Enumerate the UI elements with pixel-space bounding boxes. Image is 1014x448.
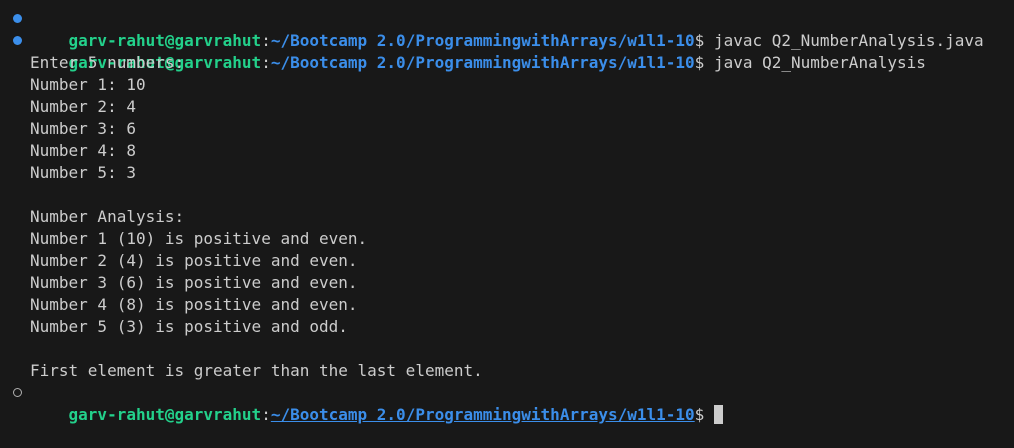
output-line: Number 3: 6	[30, 119, 136, 138]
output-line: Number 5 (3) is positive and odd.	[30, 317, 348, 336]
command-pending-decoration-icon[interactable]	[13, 388, 22, 397]
command-success-decoration-icon[interactable]	[13, 14, 22, 23]
terminal-panel[interactable]: garv-rahut@garvrahut:~/Bootcamp 2.0/Prog…	[0, 0, 1014, 424]
prompt-symbol: $	[694, 405, 705, 424]
output-line: Number 3 (6) is positive and even.	[30, 273, 358, 292]
prompt-separator: :	[261, 405, 271, 424]
command-success-decoration-icon[interactable]	[13, 36, 22, 45]
command-line-javac: garv-rahut@garvrahut:~/Bootcamp 2.0/Prog…	[0, 8, 1014, 50]
output-line: Number 2 (4) is positive and even.	[30, 251, 358, 270]
output-line: Number 4: 8	[30, 141, 136, 160]
text-cursor	[714, 405, 724, 424]
prompt-path-link[interactable]: ~/Bootcamp 2.0/ProgrammingwithArrays/w1l…	[271, 405, 695, 424]
output-line: Number 2: 4	[30, 97, 136, 116]
output-line: Number 1 (10) is positive and even.	[30, 229, 368, 248]
output-line: Number 5: 3	[30, 163, 136, 182]
command-line-java: garv-rahut@garvrahut:~/Bootcamp 2.0/Prog…	[0, 30, 1014, 72]
output-line: First element is greater than the last e…	[30, 361, 483, 380]
prompt-user-host: garv-rahut@garvrahut	[68, 405, 262, 424]
current-prompt-line[interactable]: garv-rahut@garvrahut:~/Bootcamp 2.0/Prog…	[0, 382, 1014, 424]
output-line: Number 4 (8) is positive and even.	[30, 295, 358, 314]
output-line: Enter 5 numbers:	[30, 53, 185, 72]
output-line: Number 1: 10	[30, 75, 146, 94]
output-line: Number Analysis:	[30, 207, 185, 226]
